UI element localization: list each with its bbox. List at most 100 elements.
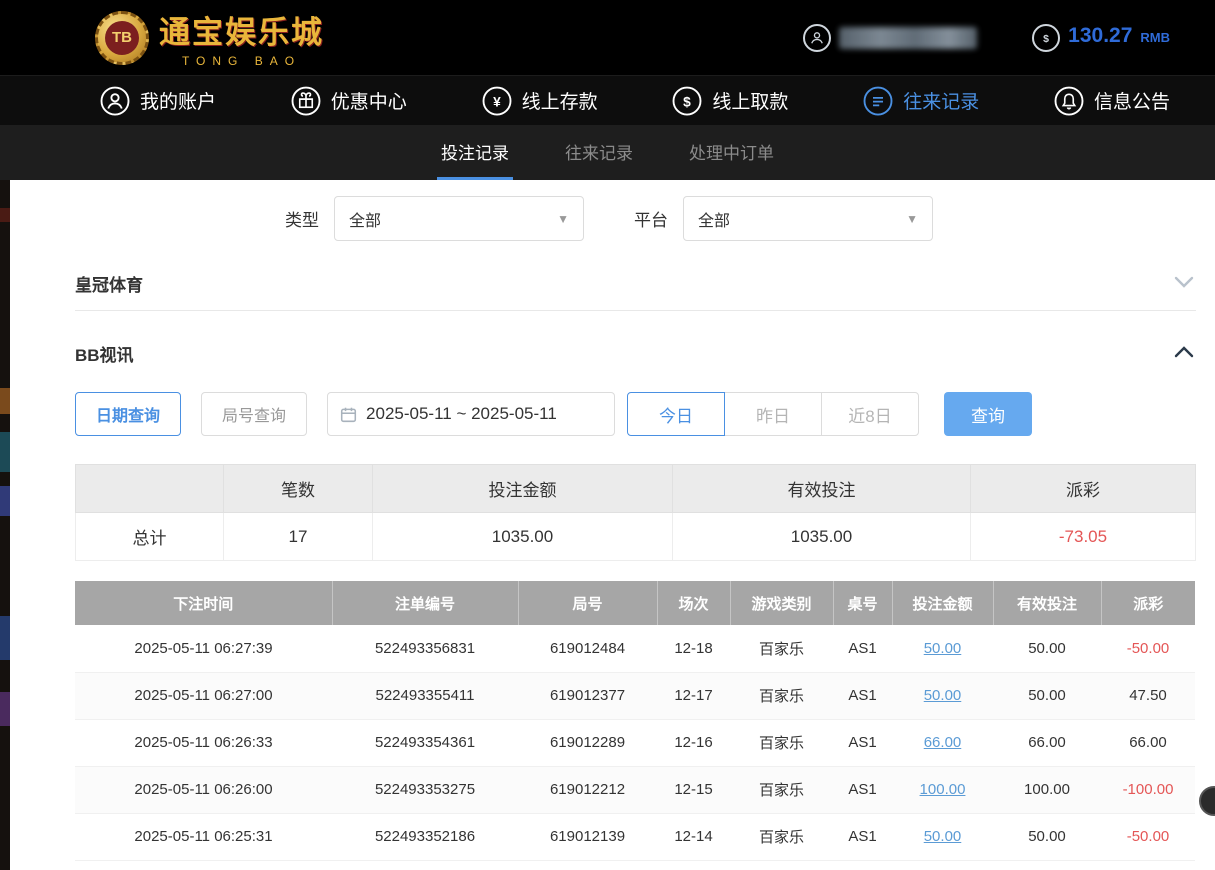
header-right: $ 130.27 RMB <box>803 24 1170 52</box>
withdraw-icon: $ <box>672 86 702 116</box>
summary-col-header: 投注金额 <box>373 465 673 513</box>
cell: 12-18 <box>657 625 730 672</box>
site-logo[interactable]: TB 通宝娱乐城 TONG BAO <box>95 7 324 68</box>
background-strip <box>0 180 10 870</box>
summary-header-row: 笔数投注金额有效投注派彩 <box>76 465 1196 513</box>
detail-col-header: 局号 <box>518 581 657 625</box>
detail-col-header: 游戏类别 <box>730 581 833 625</box>
search-button[interactable]: 查询 <box>944 392 1032 436</box>
nav-item-label: 优惠中心 <box>331 87 407 114</box>
query-row: 日期查询 局号查询 2025-05-11 ~ 2025-05-11 今日 昨日 … <box>75 392 1196 436</box>
main-nav: 我的账户 优惠中心 ¥ 线上存款 $ 线上取款 往来记录 信息公告 <box>0 75 1215 125</box>
top-header: TB 通宝娱乐城 TONG BAO $ 130.27 RMB <box>0 0 1215 75</box>
range-group: 今日 昨日 近8日 <box>627 392 919 436</box>
svg-text:$: $ <box>1043 32 1049 44</box>
username-redacted <box>839 27 977 49</box>
tab-0[interactable]: 投注记录 <box>437 125 513 180</box>
date-range-picker[interactable]: 2025-05-11 ~ 2025-05-11 <box>327 392 615 436</box>
calendar-icon <box>340 406 357 423</box>
round-query-button[interactable]: 局号查询 <box>201 392 307 436</box>
section-sports-title: 皇冠体育 <box>75 271 143 296</box>
section-bb[interactable]: BB视讯 <box>75 325 1196 380</box>
summary-col-header: 有效投注 <box>673 465 971 513</box>
bell-icon <box>1054 86 1084 116</box>
balance-currency: RMB <box>1140 30 1170 45</box>
bet-amount-link[interactable]: 50.00 <box>924 687 962 704</box>
records-icon <box>863 86 893 116</box>
cell: -50.00 <box>1101 625 1195 672</box>
svg-text:¥: ¥ <box>493 94 501 109</box>
strip-blob <box>0 692 10 726</box>
deposit-icon: ¥ <box>482 86 512 116</box>
bet-amount-link[interactable]: 100.00 <box>920 781 966 798</box>
balance-amount: 130.27 <box>1068 24 1132 48</box>
summary-total-label: 总计 <box>76 513 224 561</box>
strip-blob <box>0 616 10 660</box>
casino-chip-icon: TB <box>95 11 149 65</box>
cell: 12-16 <box>657 719 730 766</box>
bet-amount-cell: 50.00 <box>892 625 993 672</box>
detail-body: 2025-05-11 06:27:39522493356831619012484… <box>75 625 1195 860</box>
summary-count: 17 <box>224 513 373 561</box>
strip-blob <box>0 432 10 472</box>
detail-col-header: 下注时间 <box>75 581 332 625</box>
logo-text: 通宝娱乐城 TONG BAO <box>159 7 324 68</box>
type-select[interactable]: 全部 ▼ <box>334 196 584 241</box>
cell: AS1 <box>833 719 892 766</box>
cell: 522493353275 <box>332 766 518 813</box>
cell: 619012289 <box>518 719 657 766</box>
nav-item-user[interactable]: 我的账户 <box>100 86 216 116</box>
gift-icon <box>291 86 321 116</box>
nav-item-label: 线上存款 <box>522 87 598 114</box>
date-query-button[interactable]: 日期查询 <box>75 392 181 436</box>
page: TB 通宝娱乐城 TONG BAO $ 130.27 RMB <box>0 0 1215 870</box>
detail-col-header: 投注金额 <box>892 581 993 625</box>
yesterday-button[interactable]: 昨日 <box>724 392 822 436</box>
nav-item-deposit[interactable]: ¥ 线上存款 <box>482 86 598 116</box>
svg-text:$: $ <box>684 94 692 109</box>
cell: 619012139 <box>518 813 657 860</box>
chevron-down-icon <box>1174 275 1194 293</box>
user-block[interactable] <box>803 24 977 52</box>
last8days-button[interactable]: 近8日 <box>821 392 919 436</box>
summary-bet-amount: 1035.00 <box>373 513 673 561</box>
date-range-value: 2025-05-11 ~ 2025-05-11 <box>366 404 557 424</box>
cell: AS1 <box>833 625 892 672</box>
today-button[interactable]: 今日 <box>627 392 725 436</box>
platform-select[interactable]: 全部 ▼ <box>683 196 933 241</box>
cell: 百家乐 <box>730 719 833 766</box>
detail-col-header: 派彩 <box>1101 581 1195 625</box>
cell: 522493356831 <box>332 625 518 672</box>
summary-payout: -73.05 <box>971 513 1196 561</box>
section-sports[interactable]: 皇冠体育 <box>75 255 1196 311</box>
nav-item-gift[interactable]: 优惠中心 <box>291 86 407 116</box>
detail-col-header: 有效投注 <box>993 581 1101 625</box>
nav-item-label: 信息公告 <box>1094 87 1170 114</box>
nav-item-withdraw[interactable]: $ 线上取款 <box>672 86 788 116</box>
bet-amount-link[interactable]: 50.00 <box>924 828 962 845</box>
cell: 619012484 <box>518 625 657 672</box>
tab-2[interactable]: 处理中订单 <box>685 125 778 180</box>
bet-amount-link[interactable]: 66.00 <box>924 734 962 751</box>
detail-col-header: 场次 <box>657 581 730 625</box>
strip-blob <box>0 486 10 516</box>
nav-item-bell[interactable]: 信息公告 <box>1054 86 1170 116</box>
cell: 50.00 <box>993 813 1101 860</box>
nav-item-records[interactable]: 往来记录 <box>863 86 979 116</box>
tab-1[interactable]: 往来记录 <box>561 125 637 180</box>
cell: 百家乐 <box>730 766 833 813</box>
cell: 522493355411 <box>332 672 518 719</box>
cell: 百家乐 <box>730 625 833 672</box>
table-row: 2025-05-11 06:26:00522493353275619012212… <box>75 766 1195 813</box>
bet-amount-link[interactable]: 50.00 <box>924 640 962 657</box>
nav-item-label: 线上取款 <box>712 87 788 114</box>
cell: AS1 <box>833 672 892 719</box>
table-row: 2025-05-11 06:27:39522493356831619012484… <box>75 625 1195 672</box>
dollar-icon: $ <box>1032 24 1060 52</box>
nav-item-label: 往来记录 <box>903 87 979 114</box>
summary-col-header: 派彩 <box>971 465 1196 513</box>
user-icon <box>100 86 130 116</box>
wallet-block[interactable]: $ 130.27 RMB <box>1032 24 1170 52</box>
type-select-value: 全部 <box>349 207 381 231</box>
detail-header-row: 下注时间注单编号局号场次游戏类别桌号投注金额有效投注派彩 <box>75 581 1195 625</box>
